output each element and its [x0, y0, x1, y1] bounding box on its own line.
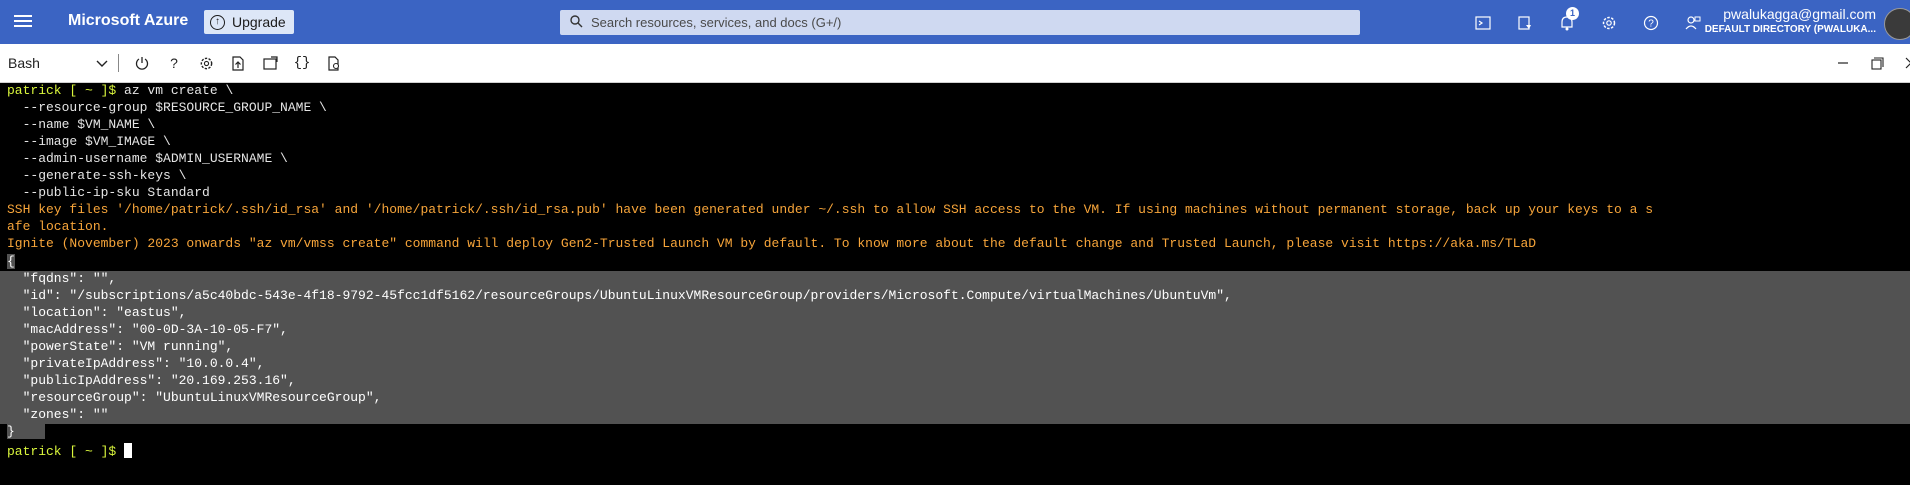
brand-title[interactable]: Microsoft Azure: [68, 12, 188, 30]
json-line-8: "resourceGroup": "UbuntuLinuxVMResourceG…: [0, 390, 1910, 407]
user-directory: DEFAULT DIRECTORY (PWALUKA...: [1704, 24, 1876, 35]
toolbar-divider: [118, 54, 119, 72]
directory-filter-icon[interactable]: [1504, 10, 1546, 36]
menu-icon[interactable]: [14, 12, 32, 32]
warning-line-0: SSH key files '/home/patrick/.ssh/id_rsa…: [7, 202, 1654, 217]
json-line-7: "publicIpAddress": "20.169.253.16",: [0, 373, 1910, 390]
minimize-icon[interactable]: [1826, 52, 1860, 74]
command-line-4: --admin-username $ADMIN_USERNAME \: [7, 151, 288, 166]
maximize-icon[interactable]: [1860, 52, 1894, 74]
cloud-shell-toolbar: Bash ? {}: [0, 44, 1910, 83]
avatar[interactable]: [1884, 8, 1910, 40]
notifications-bell-icon[interactable]: 1: [1546, 7, 1588, 36]
json-line-3: "location": "eastus",: [0, 305, 1910, 322]
upgrade-arrow-icon: ↑: [210, 14, 225, 30]
preview-icon[interactable]: [318, 52, 350, 74]
json-line-5: "powerState": "VM running",: [0, 339, 1910, 356]
selected-json-output: { "fqdns": "", "id": "/subscriptions/a5c…: [0, 254, 1910, 441]
json-line-10: }: [0, 424, 1910, 441]
prompt: patrick [ ~ ]$: [7, 444, 117, 459]
azure-top-bar: Microsoft Azure ↑ Upgrade Search resourc…: [0, 0, 1910, 44]
settings-icon[interactable]: [190, 52, 222, 74]
help-icon[interactable]: ?: [1630, 10, 1672, 36]
command-line-1: --resource-group $RESOURCE_GROUP_NAME \: [7, 100, 327, 115]
command-line-0: patrick [ ~ ]$ az vm create \: [0, 83, 1910, 100]
svg-text:?: ?: [1648, 19, 1654, 30]
close-icon[interactable]: [1894, 52, 1910, 74]
help-icon[interactable]: ?: [158, 52, 190, 74]
chevron-down-icon: [96, 55, 108, 71]
search-placeholder: Search resources, services, and docs (G+…: [591, 15, 842, 30]
json-line-6: "privateIpAddress": "10.0.0.4",: [0, 356, 1910, 373]
json-text: }: [7, 424, 45, 439]
text-cursor: [124, 443, 133, 458]
settings-gear-icon[interactable]: [1588, 10, 1630, 36]
terminal-output[interactable]: patrick [ ~ ]$ az vm create \ --resource…: [0, 83, 1910, 485]
json-line-9: "zones": "": [0, 407, 1910, 424]
open-editor-icon[interactable]: [254, 52, 286, 74]
user-email: pwalukagga@gmail.com: [1723, 6, 1876, 22]
warning-line-2: Ignite (November) 2023 onwards "az vm/vm…: [7, 236, 1537, 251]
current-prompt-line[interactable]: patrick [ ~ ]$: [0, 443, 1910, 460]
power-icon[interactable]: [126, 52, 158, 74]
shell-type-select[interactable]: Bash: [8, 52, 108, 74]
command-line-3: --image $VM_IMAGE \: [7, 134, 171, 149]
prompt: patrick [ ~ ]$: [7, 83, 117, 98]
command-line-5: --generate-ssh-keys \: [7, 168, 187, 183]
command-line-2: --name $VM_NAME \: [7, 117, 156, 132]
braces-icon[interactable]: {}: [286, 52, 318, 74]
upload-icon[interactable]: [222, 52, 254, 74]
command-line-6: --public-ip-sku Standard: [7, 185, 210, 200]
warning-line-1: afe location.: [7, 219, 109, 234]
account-info[interactable]: pwalukagga@gmail.com DEFAULT DIRECTORY (…: [1700, 6, 1876, 35]
shell-type-value: Bash: [8, 55, 40, 71]
json-line-4: "macAddress": "00-0D-3A-10-05-F7",: [0, 322, 1910, 339]
json-line-2: "id": "/subscriptions/a5c40bdc-543e-4f18…: [0, 288, 1910, 305]
json-line-0: {: [0, 254, 1910, 271]
search-icon: [570, 14, 583, 31]
json-line-1: "fqdns": "",: [0, 271, 1910, 288]
upgrade-button[interactable]: ↑ Upgrade: [204, 10, 294, 34]
command-text: az vm create \: [124, 83, 234, 98]
notification-badge: 1: [1566, 7, 1579, 20]
search-input[interactable]: Search resources, services, and docs (G+…: [560, 10, 1360, 35]
cloud-shell-icon[interactable]: [1462, 10, 1504, 36]
upgrade-label: Upgrade: [232, 14, 286, 30]
json-text: {: [7, 254, 15, 269]
